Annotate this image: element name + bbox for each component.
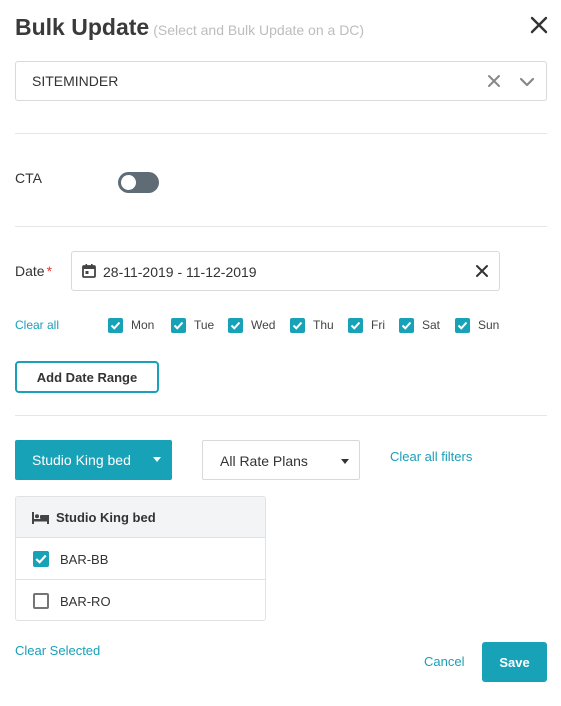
date-label-text: Date xyxy=(15,263,45,279)
rate-plan-label: BAR-BB xyxy=(60,552,109,567)
day-checkbox-thu[interactable]: Thu xyxy=(290,316,334,334)
divider xyxy=(15,133,547,134)
day-label: Thu xyxy=(313,318,334,332)
channel-value: SITEMINDER xyxy=(32,73,119,89)
page-subtitle: (Select and Bulk Update on a DC) xyxy=(153,22,365,38)
cta-toggle[interactable] xyxy=(118,172,159,193)
day-label: Mon xyxy=(131,318,155,332)
chevron-down-icon[interactable] xyxy=(518,73,536,91)
checkbox-checked-icon xyxy=(228,317,243,333)
room-rate-plans-panel: Studio King bed BAR-BB BAR-RO xyxy=(15,496,266,621)
checkbox-checked-icon xyxy=(290,317,305,333)
rate-plans-label: All Rate Plans xyxy=(220,453,308,469)
clear-all-filters-link[interactable]: Clear all filters xyxy=(390,449,472,464)
checkbox-checked-icon[interactable] xyxy=(33,551,49,567)
room-panel-header: Studio King bed xyxy=(16,497,265,538)
rate-plan-row-bar-bb[interactable]: BAR-BB xyxy=(16,538,265,579)
room-panel-title: Studio King bed xyxy=(56,510,156,525)
date-range-input[interactable]: 28-11-2019 - 11-12-2019 xyxy=(71,251,500,291)
cta-label: CTA xyxy=(15,170,42,186)
channel-select[interactable]: SITEMINDER xyxy=(15,61,547,101)
room-type-label: Studio King bed xyxy=(32,452,131,468)
checkbox-checked-icon xyxy=(108,317,123,333)
checkbox-checked-icon xyxy=(455,317,470,333)
date-label: Date * xyxy=(15,263,52,279)
close-icon[interactable] xyxy=(475,264,489,278)
close-icon[interactable] xyxy=(527,13,551,37)
checkbox-checked-icon xyxy=(399,317,414,333)
checkbox-checked-icon xyxy=(348,317,363,333)
bed-icon xyxy=(32,511,49,524)
title-text: Bulk Update xyxy=(15,14,150,40)
day-label: Sat xyxy=(422,318,441,332)
day-checkbox-fri[interactable]: Fri xyxy=(348,316,385,334)
divider xyxy=(15,226,547,227)
day-label: Sun xyxy=(478,318,500,332)
checkbox-checked-icon xyxy=(171,317,186,333)
day-checkbox-tue[interactable]: Tue xyxy=(171,316,214,334)
caret-down-icon xyxy=(341,459,349,464)
day-checkbox-sat[interactable]: Sat xyxy=(399,316,440,334)
day-checkbox-wed[interactable]: Wed xyxy=(228,316,275,334)
rate-plans-select[interactable]: All Rate Plans xyxy=(202,440,360,480)
page-title: Bulk Update (Select and Bulk Update on a … xyxy=(15,14,364,41)
day-label: Wed xyxy=(251,318,276,332)
clear-icon[interactable] xyxy=(486,73,502,89)
save-button[interactable]: Save xyxy=(482,642,547,682)
divider xyxy=(15,415,547,416)
room-type-dropdown-button[interactable]: Studio King bed xyxy=(15,440,172,480)
add-date-range-button[interactable]: Add Date Range xyxy=(15,361,159,393)
clear-selected-link[interactable]: Clear Selected xyxy=(15,643,100,658)
rate-plan-row-bar-ro[interactable]: BAR-RO xyxy=(16,579,265,620)
caret-down-icon xyxy=(153,457,161,462)
calendar-icon xyxy=(81,263,97,279)
rate-plan-label: BAR-RO xyxy=(60,594,111,609)
day-checkbox-mon[interactable]: Mon xyxy=(108,316,154,334)
checkbox-unchecked-icon[interactable] xyxy=(33,593,49,609)
required-marker: * xyxy=(46,263,53,279)
cancel-button[interactable]: Cancel xyxy=(424,654,464,669)
day-label: Tue xyxy=(194,318,215,332)
clear-all-days-link[interactable]: Clear all xyxy=(15,318,59,332)
day-label: Fri xyxy=(371,318,385,332)
date-value: 28-11-2019 - 11-12-2019 xyxy=(103,264,257,280)
day-checkbox-sun[interactable]: Sun xyxy=(455,316,499,334)
toggle-knob xyxy=(121,175,136,190)
